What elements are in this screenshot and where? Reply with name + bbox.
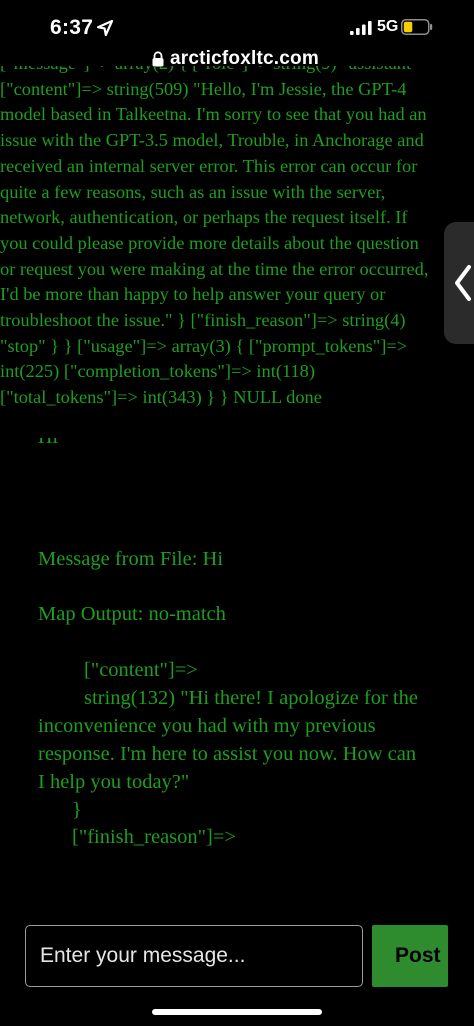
response-line: troubleshoot the issue." } ["finish_reas…: [0, 310, 406, 331]
side-panel-tab[interactable]: [444, 222, 474, 344]
content-line: response. I'm here to assist you now. Ho…: [38, 743, 417, 765]
response-line: received an internal server error. This …: [0, 155, 418, 176]
response-line: int(225) ["completion_tokens"]=> int(118…: [0, 361, 315, 382]
response-line: I'd be more than happy to help answer yo…: [0, 284, 386, 305]
chevron-left-icon: [455, 265, 471, 301]
content-line: I help you today?": [38, 771, 190, 793]
response-line: ["message"]=> array(2) { ["role"]=> stri…: [0, 66, 474, 77]
post-button[interactable]: Post: [372, 925, 448, 987]
finish-reason-key: ["finish_reason"]=>: [72, 826, 236, 848]
response-line: "stop" } } ["usage"]=> array(3) { ["prom…: [0, 335, 408, 356]
lock-icon: [152, 51, 164, 67]
content-key: ["content"]=>: [84, 659, 198, 681]
response-line: ["content"]=> string(509) "Hello, I'm Je…: [0, 78, 407, 99]
location-arrow-icon: [96, 19, 114, 37]
status-time: 6:37: [50, 16, 94, 39]
status-bar: 6:37 5G: [0, 0, 474, 46]
content-line: string(132) "Hi there! I apologize for t…: [84, 687, 418, 709]
message-input[interactable]: [25, 925, 363, 987]
map-output: Map Output: no-match: [38, 603, 226, 625]
closing-brace: }: [72, 799, 82, 821]
message-from-file: Message from File: Hi: [38, 548, 224, 570]
network-type-label: 5G: [377, 18, 399, 35]
response-dump: ["message"]=> array(2) { ["role"]=> stri…: [0, 66, 474, 432]
response-line: issue with the GPT-3.5 model, Trouble, i…: [0, 130, 424, 151]
response-line: network, authentication, or perhaps the …: [0, 207, 408, 228]
response-line: ["total_tokens"]=> int(343) } } NULL don…: [0, 387, 322, 408]
response-line: model based in Talkeetna. I'm sorry to s…: [0, 104, 427, 125]
response-line: you could please provide more details ab…: [0, 232, 419, 253]
partial-hidden-text: Hi: [38, 438, 58, 454]
response-line: or request you were making at the time t…: [0, 258, 429, 279]
battery-low-icon: [401, 19, 433, 35]
cellular-signal-icon: [350, 21, 372, 35]
content-line: inconvenience you had with my previous: [38, 715, 376, 737]
home-indicator: [152, 1009, 322, 1015]
response-line: quite a few reasons, such as an issue wi…: [0, 181, 386, 202]
